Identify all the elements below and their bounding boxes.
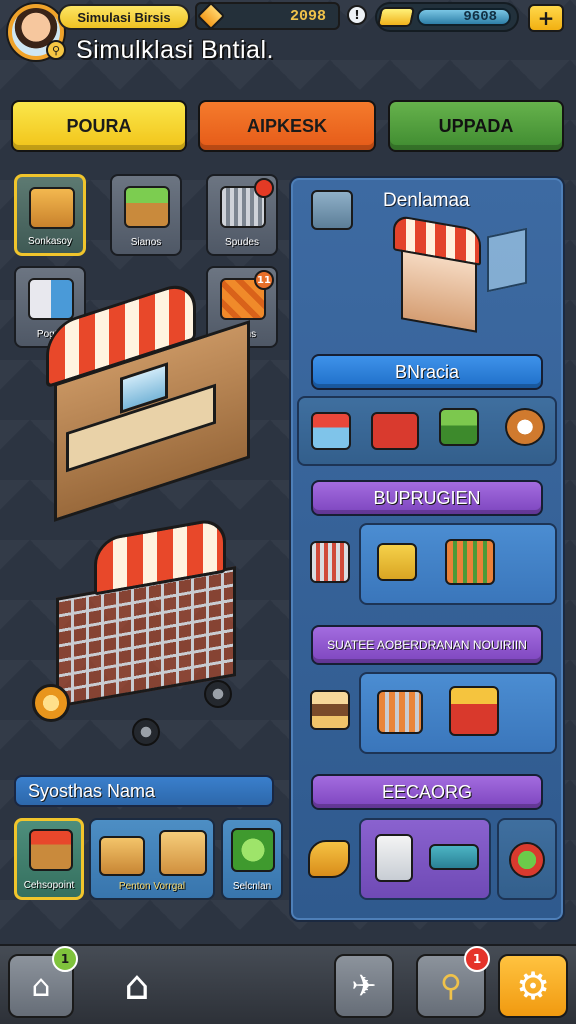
panel-title: Denlamaa: [383, 190, 470, 211]
book-icon[interactable]: [429, 844, 479, 870]
tab-aipkesk[interactable]: AIPKESK: [198, 100, 376, 152]
plant-icon: [231, 828, 275, 872]
notification-badge: 1: [52, 946, 78, 972]
notification-badge: 1: [464, 946, 490, 972]
notification-badge: [254, 178, 274, 198]
shopping-cart-illustration[interactable]: [32, 516, 262, 752]
coin-icon: [196, 1, 226, 31]
ladle-icon[interactable]: [505, 408, 545, 446]
gem-counter: 9608: [375, 2, 519, 32]
nav-settings-button[interactable]: ⚙: [498, 954, 568, 1018]
card-icon[interactable]: [371, 412, 419, 450]
gem-value: 9608: [463, 9, 497, 25]
strip-tile-penton-vorrgal[interactable]: Penton Vorrgal: [89, 818, 215, 900]
document-icon[interactable]: [311, 190, 353, 230]
section-suatee-label-1: SUATEE AOBERD: [327, 637, 428, 652]
magnifier-icon: ⚲: [440, 968, 462, 1004]
nav-travel-button[interactable]: ✈: [334, 954, 394, 1018]
strip-tile-label: Penton Vorrgal: [118, 881, 186, 892]
boxes-icon: [99, 836, 145, 876]
section-eecaorg-button[interactable]: EECAORG: [311, 774, 543, 810]
boxes-icon: [159, 830, 207, 876]
receipt-icon[interactable]: [375, 834, 413, 882]
search-icon[interactable]: ⚲: [46, 40, 66, 60]
gold-bar-icon: [376, 7, 416, 27]
strip-tile-label: Cehsopoint: [23, 880, 75, 891]
produce-crate-icon: [124, 186, 170, 228]
coin-roll-icon: [32, 684, 70, 722]
coin-counter: 2098: [195, 1, 340, 31]
wheel-icon: [132, 718, 160, 746]
airplane-icon: ✈: [351, 968, 377, 1004]
glass-panel: [487, 227, 527, 293]
section-suatee-label-2: RANAN NOUIRIIN: [427, 637, 527, 652]
cart-icon[interactable]: [377, 690, 423, 734]
player-avatar[interactable]: ⚲: [8, 4, 66, 60]
shopping-bag-icon[interactable]: [449, 686, 499, 736]
section-eecaorg-items: [359, 818, 491, 900]
shop-stall-icon[interactable]: [311, 412, 351, 450]
section-bnracia-items: [297, 396, 557, 466]
strip-tile-label: Selcnlan: [232, 881, 272, 892]
section-buprugien-items: [359, 523, 557, 605]
item-tile-label: Sianos: [130, 237, 162, 248]
storefront-icon: [29, 829, 73, 871]
strip-tile-selcnlan[interactable]: Selcnlan: [221, 818, 283, 900]
section-buprugien-button[interactable]: BUPRUGIEN: [311, 480, 543, 516]
section-eecaorg-extra: [497, 818, 557, 900]
item-tile-sianos[interactable]: Sianos: [110, 174, 182, 256]
nav-home-button[interactable]: ⌂ 1: [8, 946, 78, 1018]
tab-poura[interactable]: POURA: [11, 100, 187, 152]
notification-badge: 11: [254, 270, 274, 290]
item-tile-sonkasoy[interactable]: Sonkasoy: [14, 174, 86, 256]
section-suatee-items: [359, 672, 557, 754]
strip-tile-cehsopoint[interactable]: Cehsopoint: [14, 818, 84, 900]
info-icon[interactable]: !: [347, 5, 367, 25]
house-icon: ⌂: [31, 968, 51, 1004]
player-name: Simulasi Birsis: [58, 4, 190, 30]
tab-uppada[interactable]: UPPADA: [388, 100, 564, 152]
nav-search-button[interactable]: ⚲ 1: [416, 946, 490, 1018]
coin-value: 2098: [289, 8, 326, 25]
store-icon: ⌂: [124, 963, 150, 1009]
scooter-icon[interactable]: [509, 842, 545, 878]
page-title: Simulklasi Bntial.: [76, 36, 274, 64]
item-tile-label: Sonkasoy: [28, 236, 72, 247]
section-bnracia-button[interactable]: BNracia: [311, 354, 543, 390]
cart-icon[interactable]: [310, 541, 350, 583]
box-icon[interactable]: [377, 543, 417, 581]
item-tile-spudes[interactable]: Spudes: [206, 174, 278, 256]
kiosk-illustration[interactable]: [46, 277, 258, 522]
plant-crate-icon[interactable]: [439, 408, 479, 446]
produce-cart-icon[interactable]: [445, 539, 495, 585]
add-currency-button[interactable]: +: [528, 4, 564, 32]
top-bar: ⚲ Simulasi Birsis 2098 ! 9608 + Simulkla…: [0, 0, 576, 84]
section-suatee-button[interactable]: SUATEE AOBERD RANAN NOUIRIIN: [311, 625, 543, 665]
horn-icon[interactable]: [308, 840, 350, 878]
nav-store-button[interactable]: ⌂: [104, 954, 170, 1018]
gear-icon: ⚙: [515, 964, 551, 1008]
box-icon: [29, 187, 75, 229]
wheel-icon: [204, 680, 232, 708]
shop-front-illustration: [383, 214, 533, 340]
section-label: Syosthas Nama: [14, 775, 274, 807]
item-tile-label: Spudes: [225, 237, 259, 248]
sandwich-icon[interactable]: [310, 690, 350, 730]
bottom-nav: ⌂ 1 ⌂ ✈ ⚲ 1 ⚙: [0, 944, 576, 1024]
